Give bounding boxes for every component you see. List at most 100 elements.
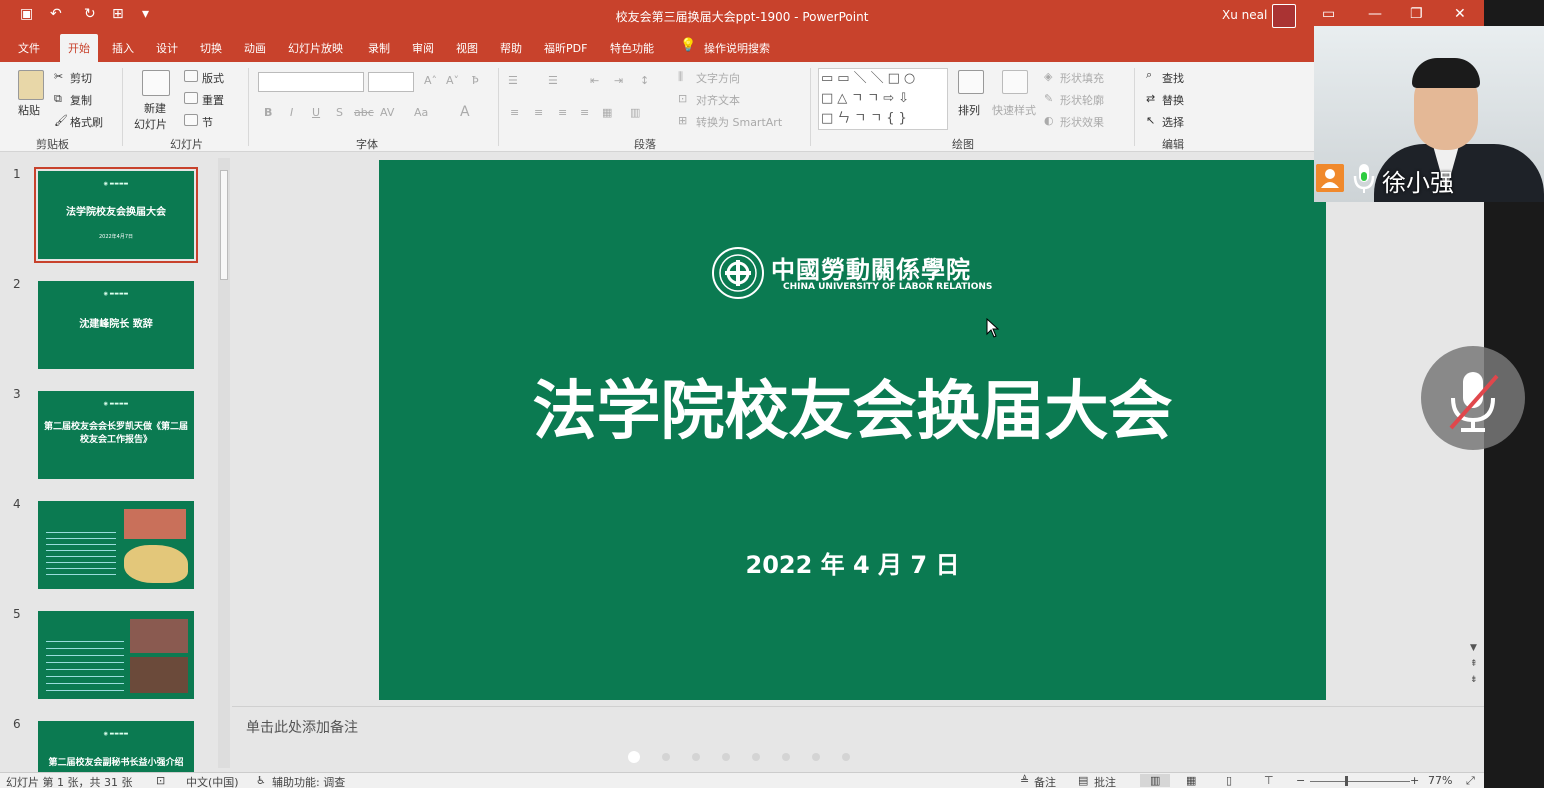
text-direction-button[interactable]: 文字方向 — [696, 70, 740, 86]
font-name-input[interactable] — [258, 72, 364, 92]
next-slide-icon[interactable]: ⇟ — [1470, 675, 1478, 685]
find-button[interactable]: 查找 — [1162, 70, 1184, 86]
tab-special-features[interactable]: 特色功能 — [610, 40, 654, 56]
tab-foxit-pdf[interactable]: 福昕PDF — [544, 40, 587, 56]
change-case-icon[interactable]: Aa — [414, 106, 428, 119]
text-shadow-icon[interactable]: S — [336, 106, 343, 119]
paste-icon[interactable] — [18, 70, 44, 100]
fit-to-window-icon[interactable]: ⤢ — [1466, 774, 1475, 788]
zoom-slider[interactable] — [1310, 781, 1410, 782]
quick-styles-icon[interactable] — [1002, 70, 1028, 94]
comments-toggle[interactable]: 批注 — [1094, 774, 1116, 788]
slide-thumbnail[interactable]: ◉ ▬▬▬▬ 法学院校友会换届大会 2022年4月7日 — [34, 167, 198, 263]
notes-placeholder[interactable]: 单击此处添加备注 — [246, 717, 358, 737]
scroll-down-icon[interactable]: ▼ — [1470, 643, 1477, 653]
tab-help[interactable]: 帮助 — [500, 40, 522, 56]
slideshow-view-icon[interactable]: ⊤ — [1264, 774, 1274, 787]
previous-slide-icon[interactable]: ⇞ — [1470, 659, 1478, 669]
scroll-thumb[interactable] — [220, 170, 228, 280]
ribbon-display-options-icon[interactable]: ▭ — [1322, 6, 1335, 22]
bold-icon[interactable]: B — [264, 106, 272, 119]
new-slide-icon[interactable] — [142, 70, 170, 96]
tab-slideshow[interactable]: 幻灯片放映 — [288, 40, 343, 56]
scissors-icon[interactable]: ✂ — [54, 70, 63, 83]
zoom-level[interactable]: 77% — [1428, 774, 1452, 787]
reset-button[interactable]: 重置 — [202, 92, 224, 108]
shape-effects-button[interactable]: 形状效果 — [1060, 114, 1104, 130]
slide-sorter-icon[interactable]: ▦ — [1186, 774, 1196, 787]
underline-icon[interactable]: U — [312, 106, 320, 119]
paste-button[interactable]: 粘贴 — [18, 102, 40, 118]
strikethrough-icon[interactable]: abc — [354, 106, 374, 119]
normal-view-icon[interactable]: ▥ — [1140, 774, 1171, 787]
tab-view[interactable]: 视图 — [456, 40, 478, 56]
convert-smartart-button[interactable]: 转换为 SmartArt — [696, 114, 782, 130]
layout-button[interactable]: 版式 — [202, 70, 224, 86]
new-slide-button[interactable]: 新建 — [144, 100, 166, 116]
user-name[interactable]: Xu neal — [1222, 8, 1267, 22]
language-indicator[interactable]: 中文(中国) — [186, 774, 239, 788]
align-center-icon[interactable]: ≡ — [534, 106, 543, 119]
font-color-icon[interactable]: A — [460, 104, 470, 120]
notes-toggle[interactable]: 备注 — [1034, 774, 1056, 788]
cut-button[interactable]: 剪切 — [70, 70, 92, 86]
copy-icon[interactable]: ⧉ — [54, 92, 62, 106]
slide-date[interactable]: 2022 年 4 月 7 日 — [379, 545, 1326, 580]
zoom-slider-thumb[interactable] — [1345, 776, 1348, 786]
zoom-in-icon[interactable]: + — [1410, 774, 1419, 787]
line-spacing-icon[interactable]: ↕ — [640, 74, 649, 87]
italic-icon[interactable]: I — [290, 106, 293, 119]
numbering-icon[interactable]: ☰ — [548, 74, 558, 87]
select-button[interactable]: 选择 — [1162, 114, 1184, 130]
decrease-indent-icon[interactable]: ⇤ — [590, 74, 599, 87]
justify-icon[interactable]: ≡ — [580, 106, 589, 119]
arrange-button[interactable]: 排列 — [958, 102, 980, 118]
grow-font-icon[interactable]: A˄ — [424, 74, 437, 87]
tab-review[interactable]: 审阅 — [412, 40, 434, 56]
arrange-icon[interactable] — [958, 70, 984, 94]
character-spacing-icon[interactable]: AV — [380, 106, 394, 119]
columns-icon[interactable]: ▥ — [630, 106, 640, 119]
replace-button[interactable]: 替换 — [1162, 92, 1184, 108]
slide-thumbnail[interactable] — [38, 501, 194, 589]
tab-transitions[interactable]: 切换 — [200, 40, 222, 56]
tell-me-search[interactable]: 操作说明搜索 — [704, 40, 770, 56]
user-avatar[interactable] — [1272, 4, 1296, 28]
slide-title[interactable]: 法学院校友会换届大会 — [379, 360, 1326, 452]
maximize-icon[interactable]: ❐ — [1410, 6, 1423, 22]
mute-microphone-button[interactable] — [1421, 346, 1525, 450]
tab-home[interactable]: 开始 — [60, 34, 98, 62]
paintbrush-icon[interactable]: 🖌 — [54, 114, 68, 127]
format-painter-button[interactable]: 格式刷 — [70, 114, 103, 130]
tab-insert[interactable]: 插入 — [112, 40, 134, 56]
align-text-button[interactable]: 对齐文本 — [696, 92, 740, 108]
slide-thumbnail[interactable]: ◉ ▬▬▬▬ 第二届校友会会长罗凯天做《第二届校友会工作报告》 — [38, 391, 194, 479]
shrink-font-icon[interactable]: A˅ — [446, 74, 459, 87]
quick-styles-button[interactable]: 快速样式 — [992, 102, 1036, 118]
tab-record[interactable]: 录制 — [368, 40, 390, 56]
slide-thumbnail[interactable] — [38, 611, 194, 699]
close-icon[interactable]: ✕ — [1454, 6, 1466, 22]
reading-view-icon[interactable]: ▯ — [1226, 774, 1232, 787]
align-left-icon[interactable]: ≡ — [510, 106, 519, 119]
copy-button[interactable]: 复制 — [70, 92, 92, 108]
section-button[interactable]: 节 — [202, 114, 213, 130]
shape-outline-button[interactable]: 形状轮廓 — [1060, 92, 1104, 108]
bullets-icon[interactable]: ☰ — [508, 74, 518, 87]
accessibility-status[interactable]: 辅助功能: 调查 — [272, 774, 345, 788]
thumbnail-scrollbar[interactable] — [218, 158, 230, 768]
font-size-input[interactable] — [368, 72, 414, 92]
shapes-gallery[interactable]: ▭▭＼＼□○ □△ㄱㄱ⇨⇩ □ㄣㄱㄱ{} — [818, 68, 948, 130]
zoom-out-icon[interactable]: − — [1296, 774, 1305, 787]
increase-indent-icon[interactable]: ⇥ — [614, 74, 623, 87]
new-slide-dropdown[interactable]: 幻灯片 — [134, 116, 167, 132]
clear-formatting-icon[interactable]: Ꝥ — [472, 74, 479, 87]
tab-file[interactable]: 文件 — [18, 40, 40, 56]
tab-animations[interactable]: 动画 — [244, 40, 266, 56]
align-right-icon[interactable]: ≡ — [558, 106, 567, 119]
shape-fill-button[interactable]: 形状填充 — [1060, 70, 1104, 86]
spellcheck-icon[interactable]: ⊡ — [156, 774, 165, 787]
tab-design[interactable]: 设计 — [156, 40, 178, 56]
minimize-icon[interactable]: — — [1368, 6, 1382, 22]
slide-thumbnail[interactable]: ◉ ▬▬▬▬ 沈建峰院长 致辞 — [38, 281, 194, 369]
